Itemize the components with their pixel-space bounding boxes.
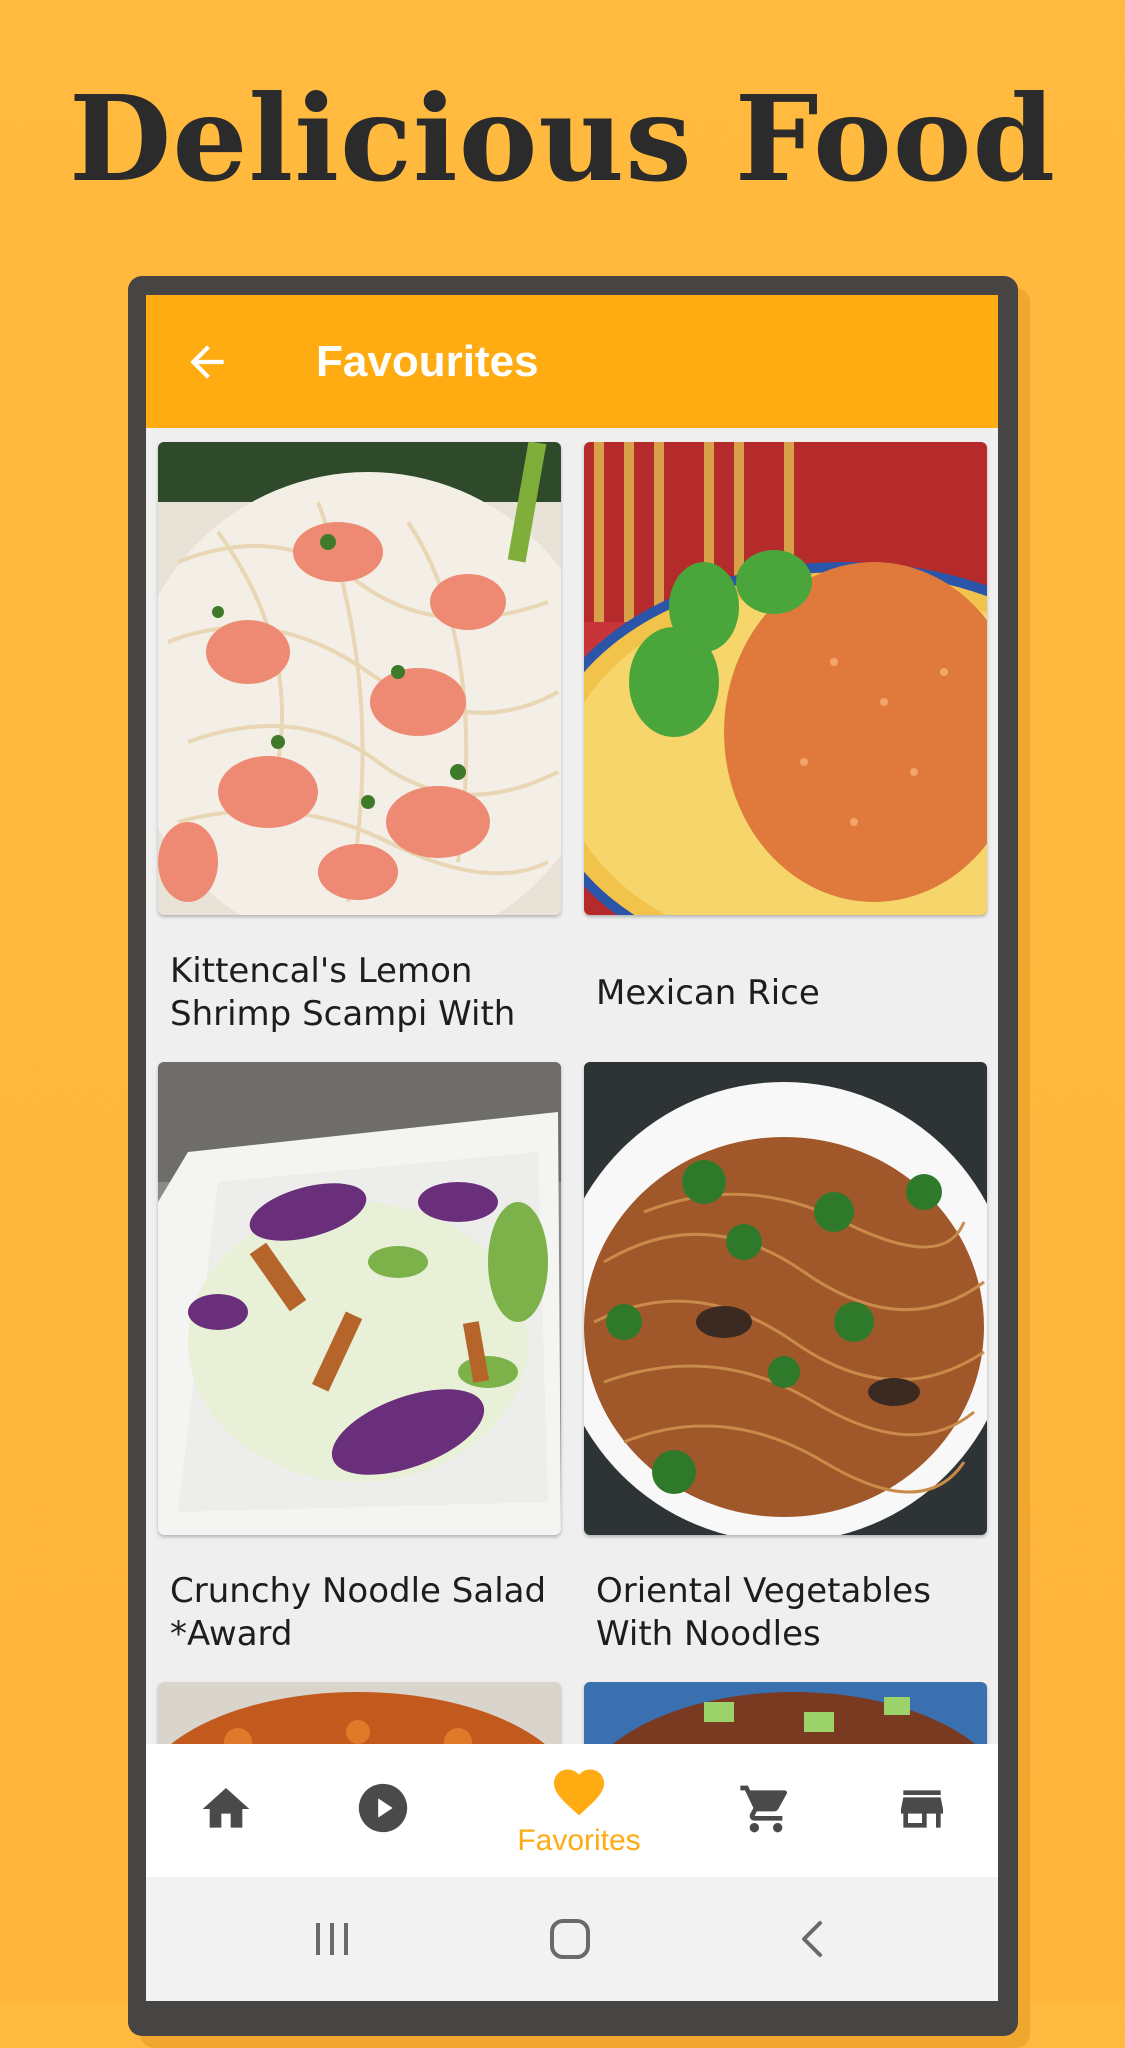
- store-icon: [901, 1790, 943, 1828]
- promo-headline: Delicious Food: [69, 69, 1056, 208]
- bottom-navigation: Favorites: [146, 1744, 998, 1877]
- page-title: Favourites: [316, 337, 539, 386]
- play-circle-icon: [358, 1783, 408, 1833]
- nav-cart[interactable]: [738, 1744, 798, 1877]
- recipe-title[interactable]: Oriental Vegetables With Noodles: [596, 1570, 991, 1656]
- system-navigation-bar: [146, 1877, 998, 2001]
- cart-icon: [740, 1785, 788, 1833]
- home-button-icon[interactable]: [548, 1917, 592, 1961]
- recipe-title[interactable]: Mexican Rice: [596, 972, 991, 1015]
- nav-videos[interactable]: [354, 1744, 414, 1877]
- app-screen: Favourites Kittencal's Lemon Shrimp Scam…: [146, 295, 998, 2001]
- home-icon: [202, 1788, 250, 1828]
- heart-icon: [554, 1769, 604, 1816]
- app-bar: Favourites: [146, 295, 998, 428]
- back-button[interactable]: [182, 337, 232, 387]
- nav-favorites[interactable]: Favorites: [517, 1744, 641, 1877]
- nav-favorites-label: Favorites: [517, 1824, 641, 1857]
- back-nav-icon[interactable]: [792, 1919, 832, 1959]
- nav-home[interactable]: [198, 1744, 258, 1877]
- recipe-title[interactable]: Kittencal's Lemon Shrimp Scampi With: [170, 950, 565, 1036]
- nav-store[interactable]: [894, 1744, 954, 1877]
- recipe-image-noodle-salad[interactable]: [158, 1062, 561, 1535]
- recent-apps-icon[interactable]: [312, 1919, 352, 1959]
- arrow-left-icon: [190, 345, 224, 379]
- recipe-image-shrimp-pasta[interactable]: [158, 442, 561, 915]
- recipe-title[interactable]: Crunchy Noodle Salad *Award: [170, 1570, 565, 1656]
- recipe-image-oriental-noodles[interactable]: [584, 1062, 987, 1535]
- recipe-image-mexican-rice[interactable]: [584, 442, 987, 915]
